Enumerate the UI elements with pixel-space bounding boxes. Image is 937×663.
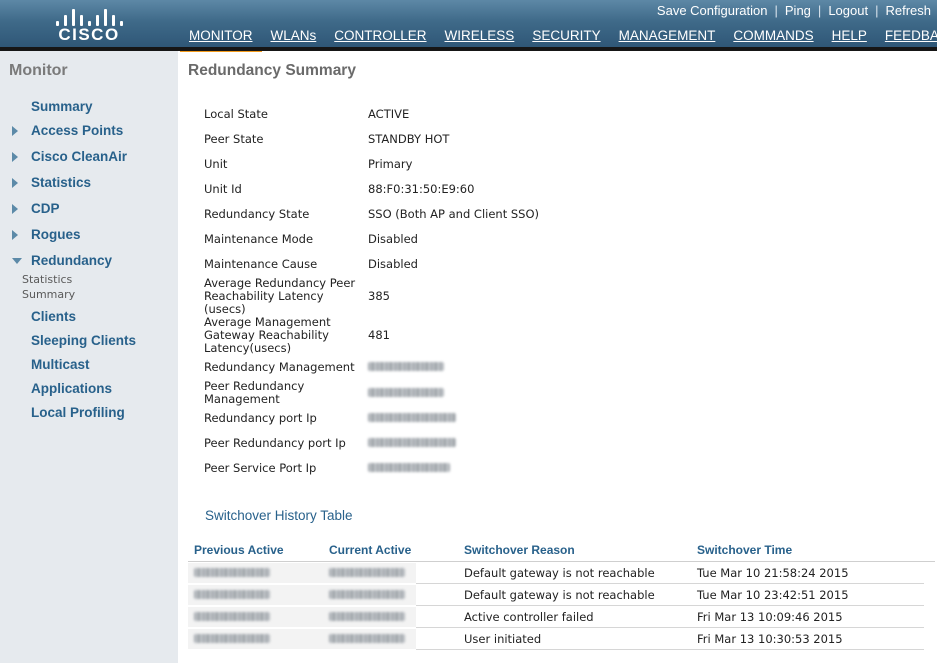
cell-switchover-reason: User initiated xyxy=(464,632,542,646)
field-label-peer-redundancy-port-ip: Peer Redundancy port Ip xyxy=(204,436,346,450)
cell-current-active xyxy=(329,589,405,602)
logo-text: CISCO xyxy=(58,25,120,44)
table-row: Default gateway is not reachable Tue Mar… xyxy=(188,562,935,584)
cell-current-active xyxy=(329,567,405,580)
main-nav: MONITOR WLANs CONTROLLER WIRELESS SECURI… xyxy=(180,26,937,52)
expand-arrow-icon[interactable] xyxy=(12,230,18,240)
cell-switchover-reason: Active controller failed xyxy=(464,610,594,624)
field-value-redundancy-management xyxy=(368,361,444,374)
field-label-peer-redundancy-management: Peer Redundancy Management xyxy=(204,379,305,406)
nav-wlans[interactable]: WLANs xyxy=(262,26,326,46)
sidebar-item-cisco-cleanair[interactable]: Cisco CleanAir xyxy=(31,149,127,164)
field-label-peer-state: Peer State xyxy=(204,132,264,146)
expand-arrow-icon[interactable] xyxy=(12,204,18,214)
field-label-redundancy-state: Redundancy State xyxy=(204,207,310,221)
field-value-peer-state: STANDBY HOT xyxy=(368,132,450,146)
field-label-peer-service-port-ip: Peer Service Port Ip xyxy=(204,461,317,475)
field-value-unit: Primary xyxy=(368,157,413,171)
cell-switchover-time: Tue Mar 10 21:58:24 2015 xyxy=(697,566,849,580)
nav-feedback[interactable]: FEEDBACK xyxy=(876,26,937,46)
cell-switchover-reason: Default gateway is not reachable xyxy=(464,588,655,602)
field-value-peer-reachability-latency: 385 xyxy=(368,289,390,303)
cell-previous-active xyxy=(194,633,270,646)
field-label-peer-reachability-latency: Average Redundancy Peer Reachability Lat… xyxy=(204,276,356,316)
refresh-link[interactable]: Refresh xyxy=(878,3,931,18)
cell-previous-active xyxy=(194,589,270,602)
column-header-previous-active: Previous Active xyxy=(194,543,284,557)
sidebar-item-clients[interactable]: Clients xyxy=(31,309,76,324)
nav-security[interactable]: SECURITY xyxy=(523,26,609,46)
cell-switchover-time: Fri Mar 13 10:09:46 2015 xyxy=(697,610,843,624)
utility-links: Save Configuration | Ping | Logout | Ref… xyxy=(650,2,931,18)
cisco-logo: CISCO xyxy=(54,6,124,44)
field-value-peer-redundancy-management xyxy=(368,387,444,400)
sidebar-item-cdp[interactable]: CDP xyxy=(31,201,60,216)
field-value-peer-service-port-ip xyxy=(368,462,450,475)
nav-wireless[interactable]: WIRELESS xyxy=(436,26,524,46)
page-title: Redundancy Summary xyxy=(188,62,356,79)
nav-controller[interactable]: CONTROLLER xyxy=(325,26,435,46)
field-label-unit: Unit xyxy=(204,157,228,171)
sidebar-item-rogues[interactable]: Rogues xyxy=(31,227,81,242)
table-row: Default gateway is not reachable Tue Mar… xyxy=(188,584,935,606)
cell-previous-active xyxy=(194,567,270,580)
column-header-switchover-reason: Switchover Reason xyxy=(464,543,575,557)
sidebar-item-statistics[interactable]: Statistics xyxy=(31,175,91,190)
cell-current-active xyxy=(329,633,405,646)
field-value-peer-redundancy-port-ip xyxy=(368,437,456,450)
field-value-unit-id: 88:F0:31:50:E9:60 xyxy=(368,182,475,196)
table-row: Active controller failed Fri Mar 13 10:0… xyxy=(188,606,935,628)
cell-switchover-reason: Default gateway is not reachable xyxy=(464,566,655,580)
sidebar-subitem-summary[interactable]: Summary xyxy=(22,288,75,301)
field-label-gateway-reachability-latency: Average Management Gateway Reachability … xyxy=(204,315,331,355)
cisco-logo-bars-icon xyxy=(54,6,124,26)
sidebar-title: Monitor xyxy=(9,62,68,79)
logout-link[interactable]: Logout xyxy=(821,3,875,18)
cell-current-active xyxy=(329,611,405,624)
nav-help[interactable]: HELP xyxy=(823,26,876,46)
cell-previous-active xyxy=(194,611,270,624)
field-label-maintenance-cause: Maintenance Cause xyxy=(204,257,318,271)
expand-arrow-icon[interactable] xyxy=(12,126,18,136)
field-value-redundancy-port-ip xyxy=(368,412,456,425)
field-label-redundancy-management: Redundancy Management xyxy=(204,360,355,374)
sidebar-subitem-statistics[interactable]: Statistics xyxy=(22,273,72,286)
field-label-maintenance-mode: Maintenance Mode xyxy=(204,232,314,246)
switchover-history-title: Switchover History Table xyxy=(205,508,353,523)
cell-switchover-time: Tue Mar 10 23:42:51 2015 xyxy=(697,588,849,602)
sidebar-item-access-points[interactable]: Access Points xyxy=(31,123,123,138)
field-value-maintenance-cause: Disabled xyxy=(368,257,418,271)
nav-management[interactable]: MANAGEMENT xyxy=(610,26,725,46)
sidebar-item-summary[interactable]: Summary xyxy=(31,99,93,114)
field-value-maintenance-mode: Disabled xyxy=(368,232,418,246)
cell-switchover-time: Fri Mar 13 10:30:53 2015 xyxy=(697,632,843,646)
column-header-current-active: Current Active xyxy=(329,543,412,557)
field-label-unit-id: Unit Id xyxy=(204,182,242,196)
save-configuration-link[interactable]: Save Configuration xyxy=(650,3,775,18)
field-value-local-state: ACTIVE xyxy=(368,107,410,121)
ping-link[interactable]: Ping xyxy=(778,3,818,18)
sidebar: Monitor Summary Access Points Cisco Clea… xyxy=(0,51,178,663)
expand-arrow-icon[interactable] xyxy=(12,178,18,188)
field-value-redundancy-state: SSO (Both AP and Client SSO) xyxy=(368,207,540,221)
field-label-local-state: Local State xyxy=(204,107,268,121)
column-header-switchover-time: Switchover Time xyxy=(697,543,793,557)
sidebar-item-local-profiling[interactable]: Local Profiling xyxy=(31,405,125,420)
expand-arrow-icon[interactable] xyxy=(12,152,18,162)
sidebar-item-multicast[interactable]: Multicast xyxy=(31,357,90,372)
field-value-gateway-reachability-latency: 481 xyxy=(368,328,390,342)
top-banner: CISCO Save Configuration | Ping | Logout… xyxy=(0,0,937,52)
table-row: User initiated Fri Mar 13 10:30:53 2015 xyxy=(188,628,935,650)
nav-commands[interactable]: COMMANDS xyxy=(724,26,822,46)
sidebar-item-sleeping-clients[interactable]: Sleeping Clients xyxy=(31,333,136,348)
field-label-redundancy-port-ip: Redundancy port Ip xyxy=(204,411,317,425)
sidebar-item-redundancy[interactable]: Redundancy xyxy=(31,253,112,268)
collapse-arrow-icon[interactable] xyxy=(12,258,22,264)
sidebar-item-applications[interactable]: Applications xyxy=(31,381,112,396)
